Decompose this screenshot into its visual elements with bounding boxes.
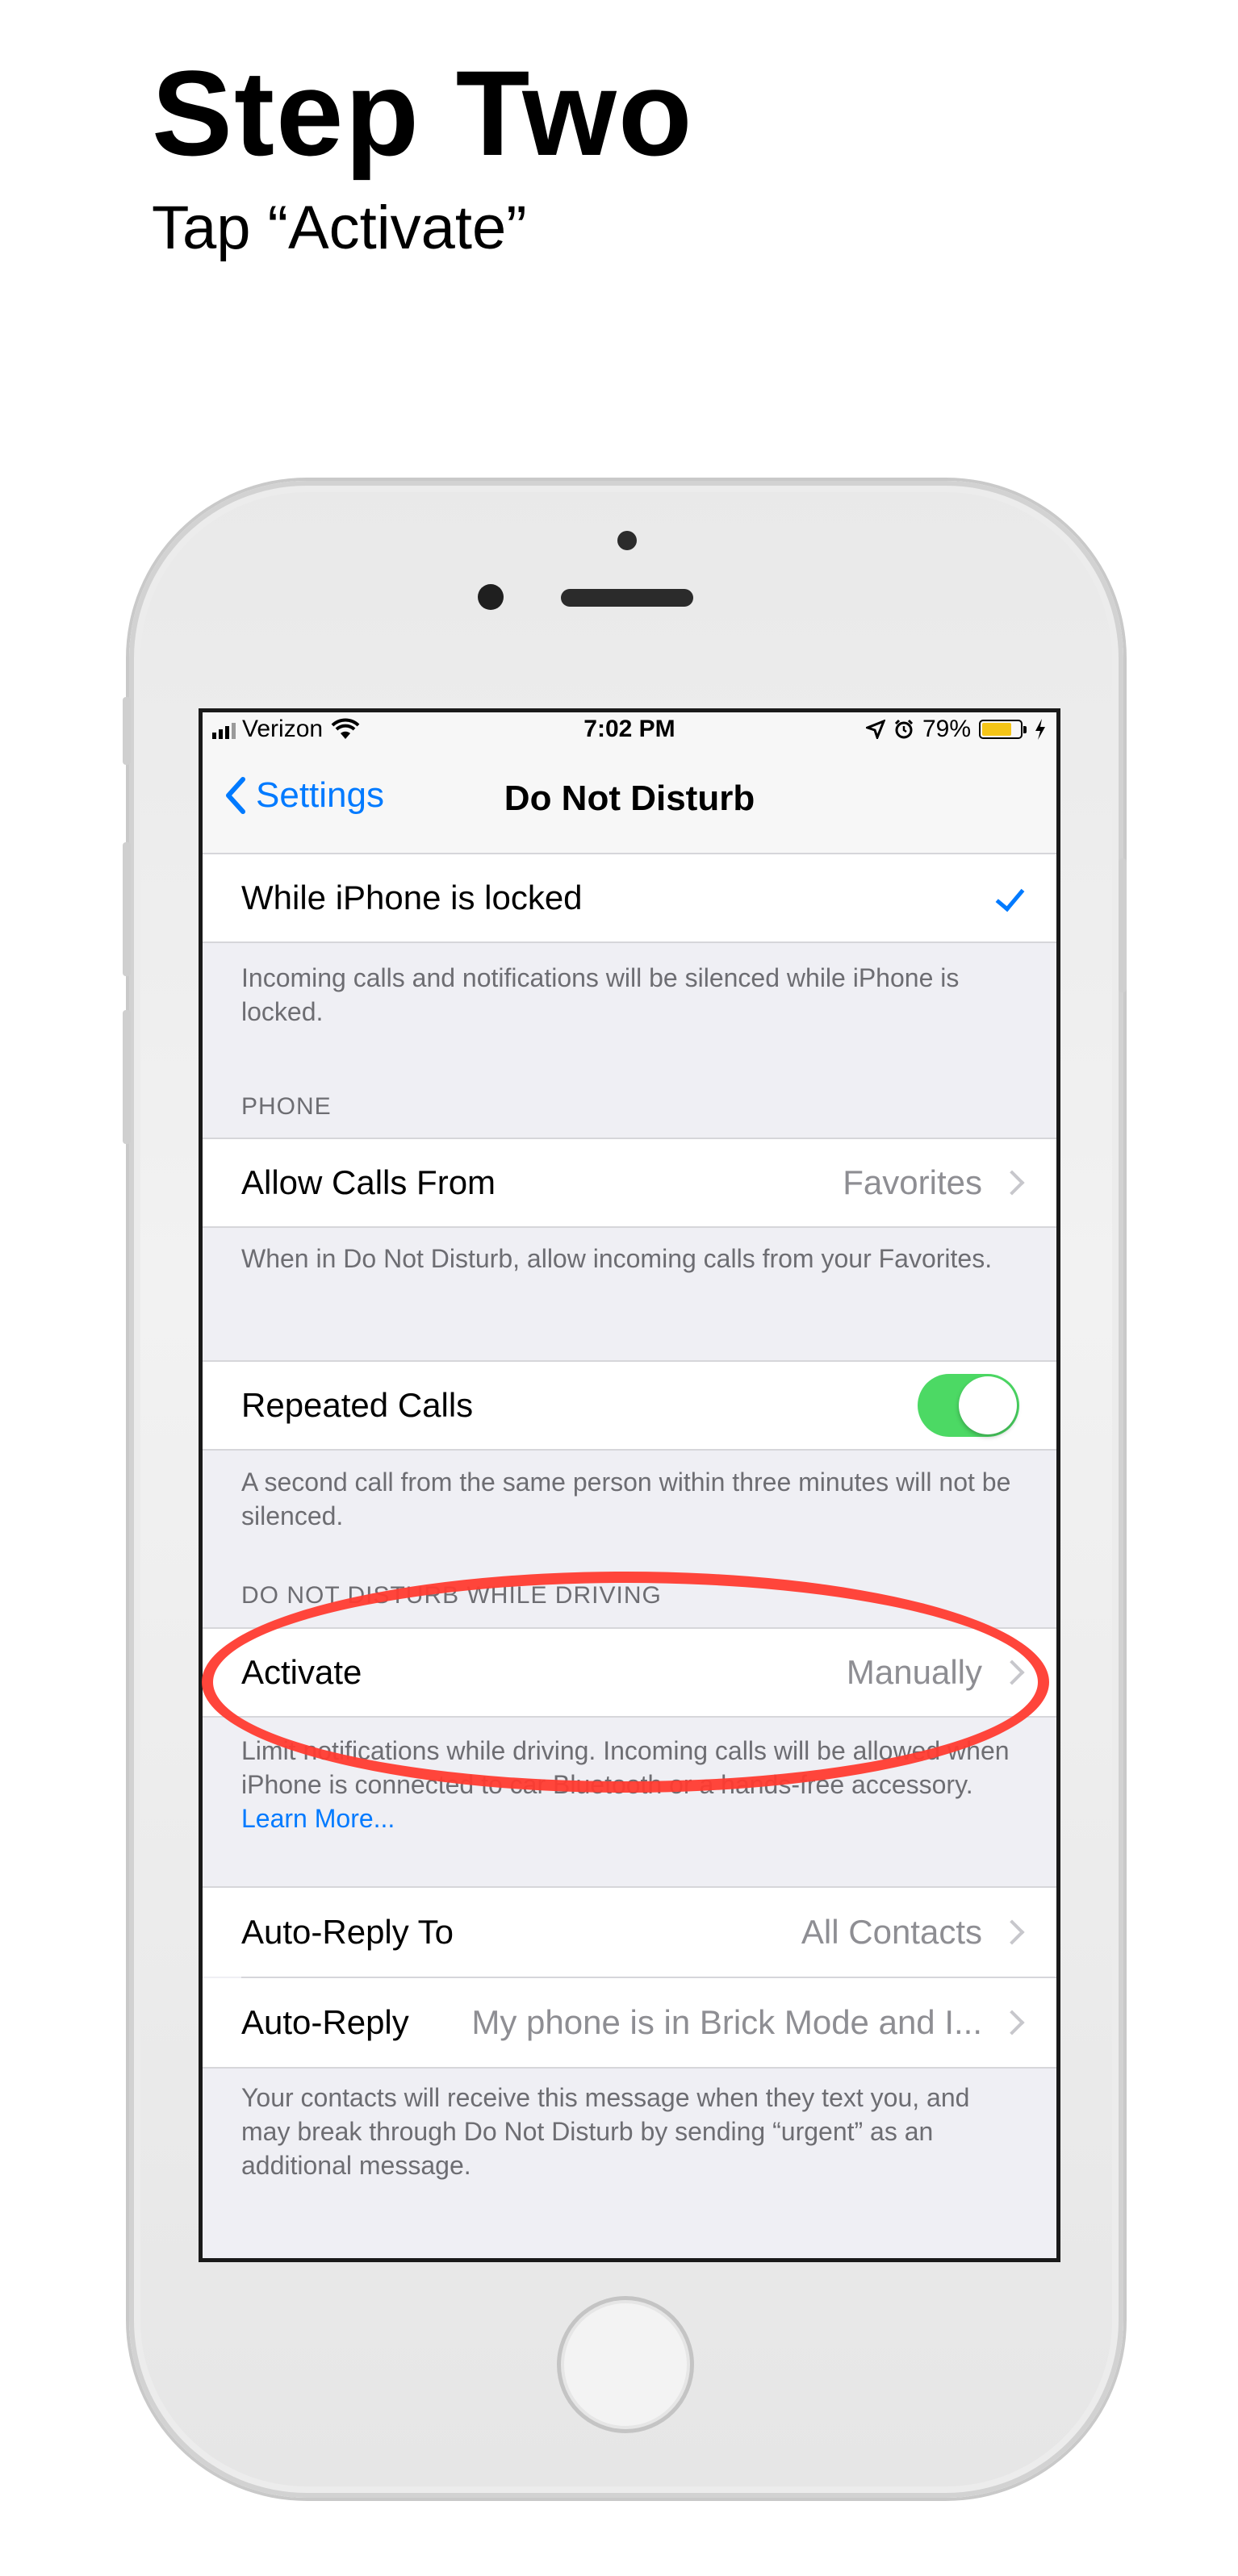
repeated-calls-label: Repeated Calls [241,1386,474,1424]
repeated-calls-footer: A second call from the same person withi… [241,1468,1011,1530]
allow-calls-value: Favorites [843,1163,982,1201]
checkmark-icon [995,881,1025,912]
toggle-knob [959,1376,1017,1434]
auto-reply-label: Auto-Reply [241,2003,409,2041]
step-instruction: Tap “Activate” [152,194,527,262]
front-camera [478,584,504,610]
earpiece-speaker [561,589,693,607]
mute-switch [123,697,131,765]
phone-screen: Verizon 7:02 PM 79% Settings Do Not Dist… [199,708,1060,2262]
navigation-bar: Settings Do Not Disturb [203,748,1056,854]
page-title: Do Not Disturb [504,779,755,818]
alarm-icon [894,719,914,739]
proximity-sensor [617,531,637,550]
chevron-right-icon [999,2010,1025,2035]
auto-reply-to-row[interactable]: Auto-Reply To All Contacts [203,1886,1056,1977]
home-button[interactable] [557,2296,694,2433]
chevron-right-icon [999,1919,1025,1945]
step-title: Step Two [152,45,694,181]
allow-calls-footer: When in Do Not Disturb, allow incoming c… [241,1244,993,1273]
battery-fill [982,723,1012,736]
learn-more-link[interactable]: Learn More... [241,1804,395,1833]
highlight-circle-annotation [202,1572,1049,1793]
repeated-calls-toggle[interactable] [918,1374,1019,1437]
allow-calls-label: Allow Calls From [241,1163,496,1201]
status-bar: Verizon 7:02 PM 79% [203,712,1056,748]
battery-percent: 79% [922,716,971,742]
silence-option-while-locked[interactable]: While iPhone is locked [203,853,1056,943]
auto-reply-footer: Your contacts will receive this message … [241,2083,970,2180]
auto-reply-row[interactable]: Auto-Reply My phone is in Brick Mode and… [203,1978,1056,2069]
auto-reply-to-value: All Contacts [801,1913,982,1951]
charging-icon [1035,719,1045,740]
phone-section-header: PHONE [241,1093,332,1120]
chevron-right-icon [999,1170,1025,1196]
silence-footer: Incoming calls and notifications will be… [241,963,960,1026]
allow-calls-from-row[interactable]: Allow Calls From Favorites [203,1138,1056,1228]
silence-option-label: While iPhone is locked [241,879,583,916]
auto-reply-to-label: Auto-Reply To [241,1913,454,1951]
auto-reply-value: My phone is in Brick Mode and I... [471,2003,982,2041]
repeated-calls-row: Repeated Calls [203,1360,1056,1451]
status-right: 79% [865,716,1047,743]
power-button [1119,858,1127,992]
battery-icon [979,720,1027,739]
volume-up-button [123,842,131,976]
volume-down-button [123,1010,131,1144]
location-icon [865,720,885,739]
